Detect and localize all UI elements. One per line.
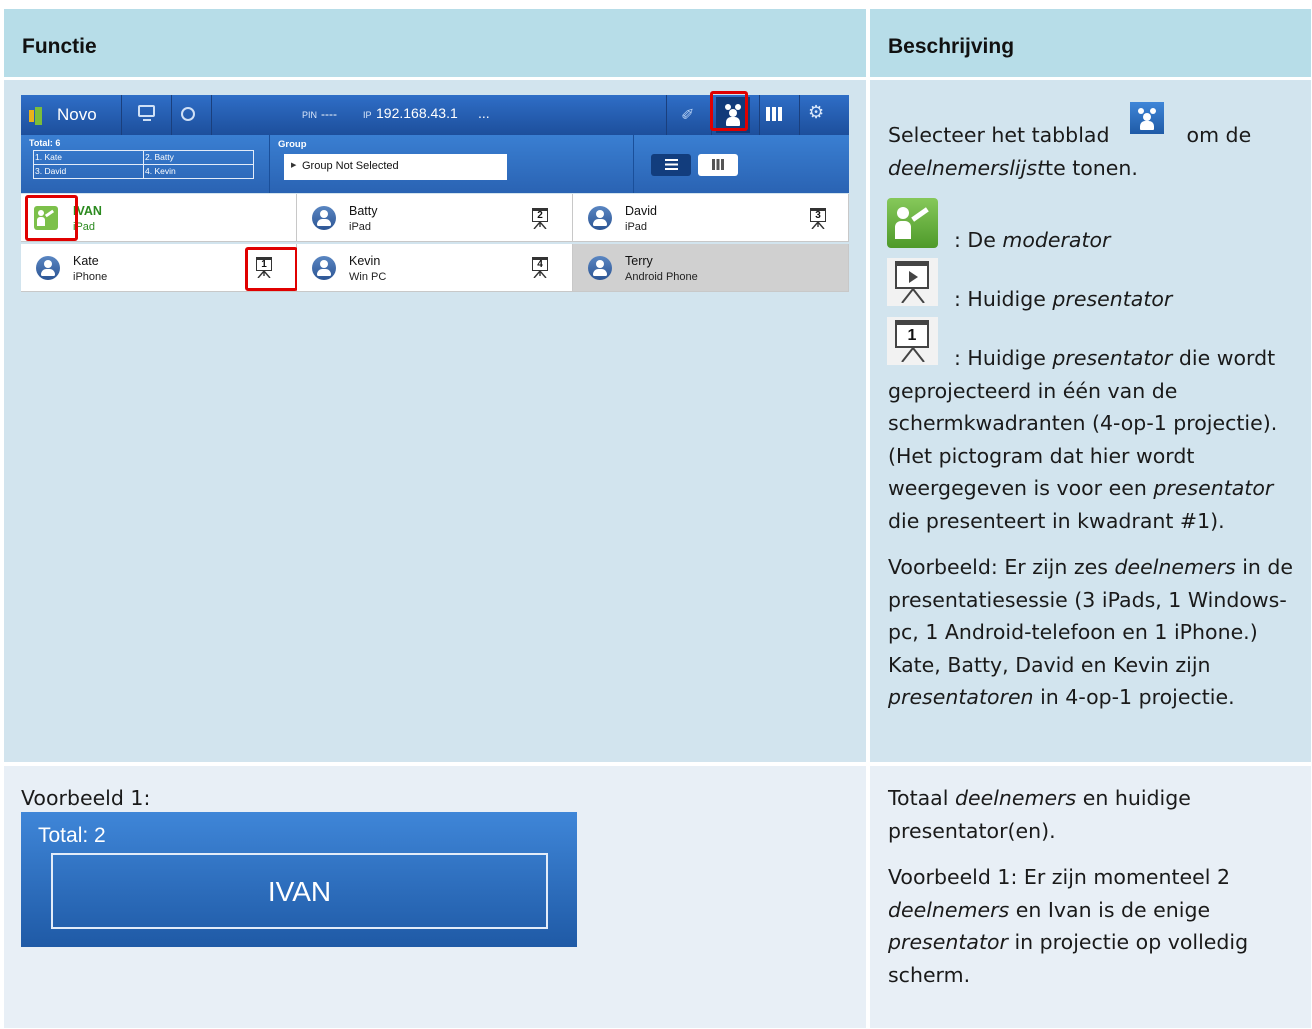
participant-device: iPad bbox=[625, 221, 648, 233]
example-presenter-name: IVAN bbox=[267, 876, 332, 907]
moderator-legend-text: : De moderator bbox=[954, 228, 1111, 252]
participant-name: Kevin bbox=[349, 254, 381, 268]
presenter-slot-3: 3. David bbox=[35, 166, 67, 176]
quadrant-projector-icon[interactable]: 3 bbox=[808, 208, 830, 230]
grid-view-button[interactable] bbox=[698, 154, 738, 176]
app-name: Novo bbox=[57, 105, 97, 124]
participant-name: Terry bbox=[625, 254, 653, 268]
moderator-legend-icon bbox=[887, 198, 938, 248]
presenter-quadrant-table: 1. Kate 2. Batty 3. David 4. Kevin bbox=[33, 150, 254, 179]
participants-tab-highlight bbox=[710, 91, 748, 131]
example-label: Voorbeeld 1: bbox=[21, 786, 151, 810]
group-label: Group bbox=[278, 139, 307, 150]
avatar bbox=[588, 256, 612, 280]
select-tab-line: Selecteer het tabblad om de bbox=[888, 102, 1298, 152]
screen-share-icon[interactable] bbox=[137, 104, 157, 124]
avatar bbox=[312, 256, 336, 280]
participant-name: Batty bbox=[349, 204, 378, 218]
participant-card[interactable]: David iPad 3 bbox=[573, 194, 849, 242]
grid-view-icon bbox=[712, 159, 724, 170]
quadrant-projector-icon[interactable]: 2 bbox=[530, 208, 552, 230]
presenter-legend-icon bbox=[887, 258, 938, 306]
total-label: Total: 6 bbox=[29, 138, 61, 148]
gear-icon[interactable]: ⚙ bbox=[808, 102, 824, 123]
list-icon bbox=[665, 159, 678, 170]
participant-device: iPhone bbox=[73, 271, 108, 283]
presenter-slot-1: 1. Kate bbox=[35, 152, 62, 162]
participant-device: Android Phone bbox=[625, 271, 698, 283]
quadrant-highlight bbox=[245, 247, 298, 291]
list-view-button[interactable] bbox=[651, 154, 691, 176]
participant-device: iPad bbox=[349, 221, 372, 233]
participant-card[interactable]: IVAN iPad bbox=[21, 194, 297, 242]
group-select[interactable]: ▶ Group Not Selected bbox=[284, 154, 507, 180]
ip-value: 192.168.43.1 bbox=[376, 105, 458, 121]
ip-label: IP bbox=[363, 110, 372, 120]
grid-icon[interactable] bbox=[766, 107, 782, 121]
header-cell-beschrijving: Beschrijving bbox=[870, 9, 1311, 77]
column-header-beschrijving: Beschrijving bbox=[888, 35, 1015, 58]
refresh-icon[interactable] bbox=[181, 107, 195, 121]
column-header-functie: Functie bbox=[22, 35, 97, 58]
app-toolbar: Novo PIN ---- IP 192.168.43.1 ... ✐ ⚙ bbox=[21, 91, 849, 136]
participants-summary-bar: Total: 6 1. Kate 2. Batty 3. David 4. Ke… bbox=[21, 135, 849, 193]
quadrant-projector-icon[interactable]: 4 bbox=[530, 257, 552, 279]
pin-label: PIN bbox=[302, 110, 318, 120]
moderator-highlight bbox=[25, 195, 78, 241]
presenter-legend-text: : Huidige presentator bbox=[954, 287, 1173, 311]
participant-name: David bbox=[625, 204, 657, 218]
participant-name: Kate bbox=[73, 254, 99, 268]
avatar bbox=[312, 206, 336, 230]
participant-card[interactable]: Kevin Win PC 4 bbox=[297, 244, 573, 292]
participant-card[interactable]: Batty iPad 2 bbox=[297, 194, 573, 242]
participant-card[interactable]: Terry Android Phone bbox=[573, 244, 849, 292]
novo-logo-icon bbox=[29, 105, 43, 125]
avatar bbox=[36, 256, 60, 280]
participant-device: Win PC bbox=[349, 271, 387, 283]
avatar bbox=[588, 206, 612, 230]
presenter-slot-4: 4. Kevin bbox=[145, 166, 176, 176]
quadrant-legend-text: : Huidige presentator die wordt geprojec… bbox=[888, 346, 1294, 709]
group-select-value: Group Not Selected bbox=[302, 160, 399, 172]
header-cell-functie: Functie bbox=[4, 9, 866, 77]
pin-value: ---- bbox=[321, 107, 337, 121]
novo-app-screenshot: Novo PIN ---- IP 192.168.43.1 ... ✐ ⚙ To… bbox=[21, 91, 849, 293]
example-total-label: Total: 2 bbox=[38, 824, 106, 847]
participants-tab-icon-inline bbox=[1130, 102, 1164, 134]
example-description: Totaal deelnemers en huidige presentator… bbox=[888, 786, 1249, 987]
example-total-panel: Total: 2 IVAN bbox=[21, 812, 577, 947]
group-chevron-icon: ▶ bbox=[291, 162, 297, 169]
ip-more[interactable]: ... bbox=[478, 105, 490, 121]
participant-card[interactable]: Kate iPhone 1 bbox=[21, 244, 298, 292]
link-icon[interactable]: ✐ bbox=[681, 105, 695, 124]
participants-grid: IVAN iPad Batty iPad 2 David iPad 3 Kate… bbox=[21, 194, 849, 293]
participants-description: Selecteer het tabblad om de deelnemersli… bbox=[888, 102, 1298, 184]
example-presenter-box: IVAN bbox=[51, 853, 548, 929]
presenter-slot-2: 2. Batty bbox=[145, 152, 174, 162]
